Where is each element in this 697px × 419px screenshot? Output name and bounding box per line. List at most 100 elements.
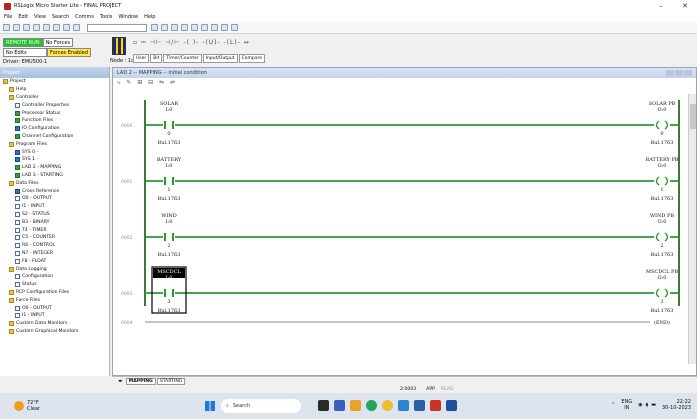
undo-icon[interactable] bbox=[73, 24, 80, 31]
tree-item[interactable]: I1 - INPUT bbox=[0, 312, 109, 320]
new-icon[interactable] bbox=[3, 24, 10, 31]
tree-item[interactable]: T4 - TIMER bbox=[0, 226, 109, 234]
zoom-out-icon[interactable] bbox=[191, 24, 198, 31]
weather-widget[interactable]: 72°F Clear bbox=[14, 400, 40, 412]
menu-window[interactable]: Window bbox=[118, 14, 138, 20]
tab-mapping[interactable]: MAPPING bbox=[125, 377, 156, 385]
ladder-close-button[interactable] bbox=[684, 70, 692, 76]
vertical-scrollbar[interactable] bbox=[688, 94, 696, 364]
battery-icon[interactable]: ▬ bbox=[651, 402, 656, 408]
clock-date[interactable]: 30-10-2023 bbox=[662, 405, 691, 411]
paste-icon[interactable] bbox=[63, 24, 70, 31]
tree-item[interactable]: LAD 3 - STARTING bbox=[0, 172, 109, 180]
tree-item[interactable]: Channel Configuration bbox=[0, 133, 109, 141]
ladder-minimize-button[interactable] bbox=[666, 70, 674, 76]
cut-icon[interactable] bbox=[43, 24, 50, 31]
folder-icon bbox=[9, 141, 14, 147]
tab-user[interactable]: User bbox=[133, 54, 150, 63]
mode-status[interactable]: REMOTE RUN bbox=[3, 38, 43, 47]
ladder-tools-icon[interactable]: ⤷ ✎ ⊞ ⊟ ⇋ ⇌ bbox=[117, 79, 177, 87]
menu-search[interactable]: Search bbox=[52, 14, 69, 20]
file-explorer-icon[interactable] bbox=[350, 400, 361, 411]
app-icon-1[interactable] bbox=[334, 400, 345, 411]
tree-item[interactable]: Custom Graphical Monitors bbox=[0, 328, 109, 336]
tree-item[interactable]: O0 - OUTPUT bbox=[0, 304, 109, 312]
verify-project-icon[interactable] bbox=[171, 24, 178, 31]
menu-comms[interactable]: Comms bbox=[75, 14, 94, 20]
app-icon-4[interactable] bbox=[446, 400, 457, 411]
menu-file[interactable]: File bbox=[4, 14, 12, 20]
tree-item[interactable]: C5 - COUNTER bbox=[0, 234, 109, 242]
tab-input-output[interactable]: Input/Output bbox=[202, 54, 238, 63]
tree-item[interactable]: Project bbox=[0, 78, 109, 86]
tree-item[interactable]: Configuration bbox=[0, 273, 109, 281]
tree-item[interactable]: Processor Status bbox=[0, 109, 109, 117]
tab-compare[interactable]: Compare bbox=[238, 54, 265, 63]
taskbar-search[interactable]: ⌕ Search bbox=[221, 399, 301, 413]
open-icon[interactable] bbox=[13, 24, 20, 31]
save-icon[interactable] bbox=[23, 24, 30, 31]
tree-item[interactable]: Data Files bbox=[0, 179, 109, 187]
chevron-up-icon[interactable]: ⌃ bbox=[611, 402, 615, 408]
instruction-toolbar: ▫ ⎓ ⊣⊢ ⊣/⊢ -( )- -(U)- -(L)- ↔ bbox=[133, 37, 293, 48]
tab-scroll-icon[interactable]: ◂▸ bbox=[118, 379, 123, 384]
volume-icon[interactable]: ◖ bbox=[646, 402, 649, 408]
lang-2[interactable]: IN bbox=[624, 405, 629, 411]
back-icon[interactable] bbox=[221, 24, 228, 31]
zoom-in-icon[interactable] bbox=[181, 24, 188, 31]
tab-bit[interactable]: Bit bbox=[150, 54, 163, 63]
network-icon[interactable]: ◉ bbox=[638, 402, 642, 408]
tree-item[interactable]: F8 - FLOAT bbox=[0, 257, 109, 265]
tree-item[interactable]: Program Files bbox=[0, 140, 109, 148]
forward-icon[interactable] bbox=[231, 24, 238, 31]
tab-starting[interactable]: STARTING bbox=[156, 377, 186, 385]
minimize-button[interactable]: – bbox=[649, 0, 673, 12]
edge-icon[interactable] bbox=[366, 400, 377, 411]
menu-view[interactable]: View bbox=[34, 14, 46, 20]
tab-timer-counter[interactable]: Timer/Counter bbox=[163, 54, 202, 63]
tree-item[interactable]: Controller Properties bbox=[0, 101, 109, 109]
menu-help[interactable]: Help bbox=[144, 14, 155, 20]
chrome-icon[interactable] bbox=[382, 400, 393, 411]
green-icon bbox=[15, 110, 20, 116]
tree-item[interactable]: SYS 0 - bbox=[0, 148, 109, 156]
tree-item[interactable]: Status bbox=[0, 281, 109, 289]
menu-tools[interactable]: Tools bbox=[100, 14, 112, 20]
tree-item[interactable]: LAD 2 - MAPPING bbox=[0, 164, 109, 172]
tree-items: Project Help Controller Controller Properti… bbox=[0, 78, 109, 335]
tree-item[interactable]: Controller bbox=[0, 94, 109, 102]
online-icon[interactable] bbox=[211, 24, 218, 31]
tree-item[interactable]: S2 - STATUS bbox=[0, 211, 109, 219]
tree-item[interactable]: Cross Reference bbox=[0, 187, 109, 195]
app-icon-3[interactable] bbox=[414, 400, 425, 411]
find-icon[interactable] bbox=[151, 24, 158, 31]
taskview-icon[interactable] bbox=[318, 400, 329, 411]
tree-item[interactable]: Help bbox=[0, 86, 109, 94]
tree-item[interactable]: R6 - CONTROL bbox=[0, 242, 109, 250]
close-button[interactable]: ✕ bbox=[673, 0, 697, 12]
search-combo[interactable] bbox=[87, 23, 147, 32]
tree-item[interactable]: N7 - INTEGER bbox=[0, 250, 109, 258]
windows-start-icon[interactable] bbox=[205, 401, 215, 411]
edits-status: No Edits bbox=[3, 48, 47, 57]
print-icon[interactable] bbox=[33, 24, 40, 31]
tree-item[interactable]: B3 - BINARY bbox=[0, 218, 109, 226]
tree-item[interactable]: I1 - INPUT bbox=[0, 203, 109, 211]
tree-item[interactable]: SYS 1 - bbox=[0, 156, 109, 164]
tree-item[interactable]: IO Configuration bbox=[0, 125, 109, 133]
instruction-palette-icon[interactable]: ▫ ⎓ ⊣⊢ ⊣/⊢ -( )- -(U)- -(L)- ↔ bbox=[133, 39, 250, 47]
menu-edit[interactable]: Edit bbox=[18, 14, 28, 20]
ladder-diagram[interactable]: 0000SOLARI:00Bul.1763SOLAR PBO:00Bul.176… bbox=[113, 94, 696, 364]
verify-icon[interactable] bbox=[161, 24, 168, 31]
tree-item[interactable]: Force Files bbox=[0, 296, 109, 304]
tree-item[interactable]: O0 - OUTPUT bbox=[0, 195, 109, 203]
tree-item[interactable]: RCP Configuration Files bbox=[0, 289, 109, 297]
rslogix-taskbar-icon[interactable] bbox=[430, 400, 441, 411]
ladder-maximize-button[interactable] bbox=[675, 70, 683, 76]
tree-item[interactable]: Data Logging bbox=[0, 265, 109, 273]
tree-item[interactable]: Function Files bbox=[0, 117, 109, 125]
properties-icon[interactable] bbox=[201, 24, 208, 31]
app-icon-2[interactable] bbox=[398, 400, 409, 411]
tree-item[interactable]: Custom Data Monitors bbox=[0, 320, 109, 328]
copy-icon[interactable] bbox=[53, 24, 60, 31]
